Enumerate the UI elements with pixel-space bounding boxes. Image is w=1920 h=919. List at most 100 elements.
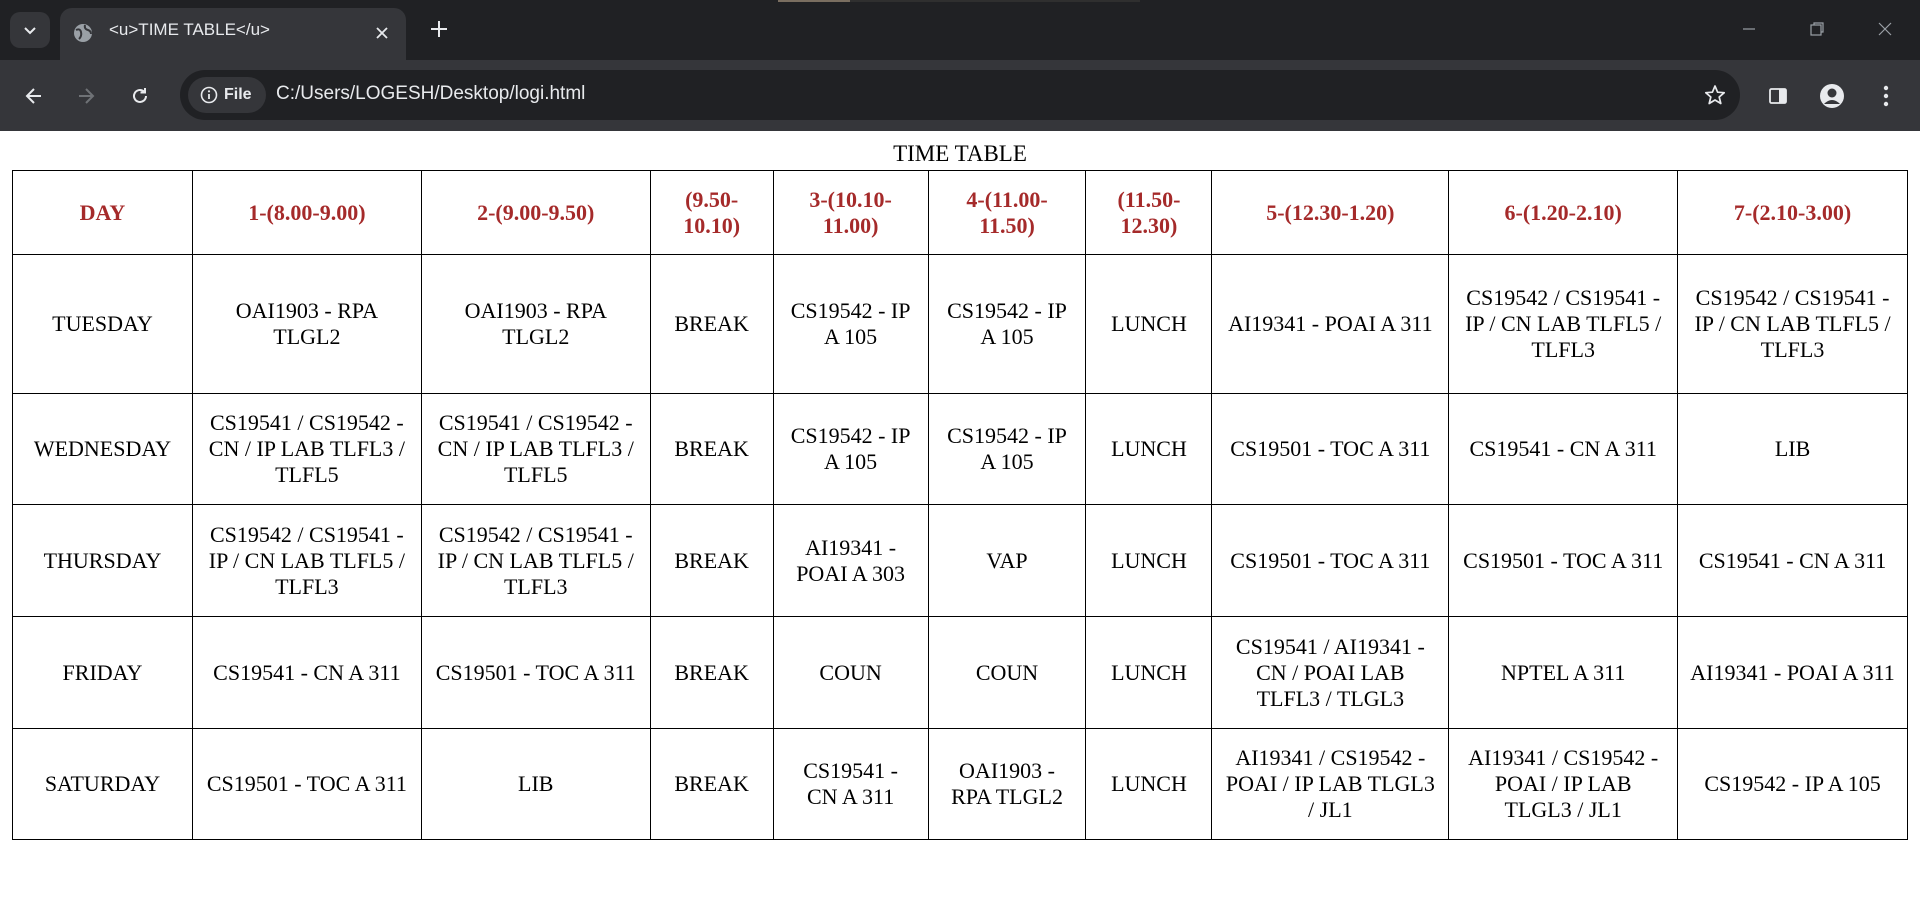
menu-button[interactable]	[1866, 76, 1906, 116]
info-icon	[200, 86, 218, 104]
table-cell: VAP	[927, 504, 1087, 617]
table-cell: CS19542 - IP A 105	[927, 254, 1087, 394]
site-info-chip[interactable]: File	[188, 77, 266, 113]
url-text[interactable]: C:/Users/LOGESH/Desktop/logi.html	[276, 83, 585, 105]
globe-icon	[74, 24, 92, 42]
page-content: TIME TABLE DAY 1-(8.00-9.00) 2-(9.00-9.5…	[0, 131, 1920, 919]
table-cell: COUN	[927, 616, 1087, 729]
table-cell: LIB	[420, 728, 651, 840]
restore-button[interactable]	[1794, 10, 1840, 48]
bookmark-button[interactable]	[1700, 80, 1730, 110]
table-cell: CS19542 / CS19541 - IP / CN LAB TLFL5 / …	[1448, 254, 1679, 394]
minimize-icon	[1743, 28, 1755, 30]
header-period-3: 3-(10.10-11.00)	[772, 170, 929, 255]
back-button[interactable]	[14, 76, 54, 116]
toolbar: File C:/Users/LOGESH/Desktop/logi.html	[0, 60, 1920, 131]
side-panel-icon	[1769, 88, 1787, 104]
table-cell: CS19542 / CS19541 - IP / CN LAB TLFL5 / …	[191, 504, 422, 617]
table-row: FRIDAY CS19541 - CN A 311 CS19501 - TOC …	[12, 616, 1908, 729]
close-icon	[376, 27, 388, 39]
table-cell: LUNCH	[1085, 616, 1213, 729]
kebab-menu-icon	[1883, 85, 1889, 107]
forward-button[interactable]	[66, 76, 106, 116]
close-window-button[interactable]	[1862, 10, 1908, 48]
day-cell: THURSDAY	[12, 504, 193, 617]
table-cell: OAI1903 - RPA TLGL2	[420, 254, 651, 394]
new-tab-button[interactable]	[424, 14, 454, 44]
table-caption: TIME TABLE	[893, 141, 1027, 166]
table-cell: CS19501 - TOC A 311	[1448, 504, 1679, 617]
table-cell: LUNCH	[1085, 254, 1213, 394]
table-cell: BREAK	[649, 616, 774, 729]
table-cell: CS19541 / CS19542 - CN / IP LAB TLFL3 / …	[191, 393, 422, 505]
table-cell: CS19501 - TOC A 311	[191, 728, 422, 840]
header-lunch: (11.50-12.30)	[1085, 170, 1213, 255]
day-cell: FRIDAY	[12, 616, 193, 729]
arrow-left-icon	[25, 88, 41, 104]
table-cell: OAI1903 - RPA TLGL2	[927, 728, 1087, 840]
table-row: WEDNESDAY CS19541 / CS19542 - CN / IP LA…	[12, 393, 1908, 505]
table-cell: CS19542 - IP A 105	[772, 254, 929, 394]
table-cell: AI19341 / CS19542 - POAI / IP LAB TLGL3 …	[1211, 728, 1450, 840]
header-period-7: 7-(2.10-3.00)	[1677, 170, 1908, 255]
table-cell: CS19541 / AI19341 - CN / POAI LAB TLFL3 …	[1211, 616, 1450, 729]
tab-strip-highlight	[778, 0, 850, 2]
reload-icon	[133, 88, 147, 103]
arrow-right-icon	[79, 88, 95, 104]
table-cell: BREAK	[649, 504, 774, 617]
day-cell: SATURDAY	[12, 728, 193, 840]
header-row: DAY 1-(8.00-9.00) 2-(9.00-9.50) (9.50-10…	[12, 170, 1908, 255]
close-icon	[1878, 22, 1892, 36]
profile-button[interactable]	[1812, 76, 1852, 116]
table-cell: CS19501 - TOC A 311	[420, 616, 651, 729]
site-info-label: File	[224, 86, 252, 103]
reload-button[interactable]	[120, 76, 160, 116]
table-cell: AI19341 - POAI A 311	[1211, 254, 1450, 394]
tab-search-button[interactable]	[10, 12, 50, 48]
avatar-icon	[1820, 84, 1844, 108]
table-cell: LUNCH	[1085, 393, 1213, 505]
table-cell: CS19542 - IP A 105	[772, 393, 929, 505]
tab-close-button[interactable]	[369, 20, 395, 46]
table-row: SATURDAY CS19501 - TOC A 311 LIB BREAK C…	[12, 728, 1908, 840]
table-cell: CS19541 / CS19542 - CN / IP LAB TLFL3 / …	[420, 393, 651, 505]
table-cell: CS19541 - CN A 311	[772, 728, 929, 840]
header-period-4: 4-(11.00-11.50)	[927, 170, 1087, 255]
table-cell: CS19541 - CN A 311	[1448, 393, 1679, 505]
side-panel-button[interactable]	[1758, 76, 1798, 116]
table-cell: LUNCH	[1085, 504, 1213, 617]
table-cell: AI19341 - POAI A 311	[1677, 616, 1908, 729]
header-day: DAY	[12, 170, 193, 255]
table-row: THURSDAY CS19542 / CS19541 - IP / CN LAB…	[12, 504, 1908, 617]
address-bar[interactable]: File C:/Users/LOGESH/Desktop/logi.html	[180, 70, 1740, 120]
browser-chrome: <u>TIME TABLE</u> File C:/Users/LOGESH/D…	[0, 0, 1920, 131]
header-period-1: 1-(8.00-9.00)	[191, 170, 422, 255]
table-cell: AI19341 - POAI A 303	[772, 504, 929, 617]
active-tab[interactable]: <u>TIME TABLE</u>	[60, 8, 406, 60]
tab-strip: <u>TIME TABLE</u>	[0, 0, 1920, 60]
header-break: (9.50-10.10)	[649, 170, 774, 255]
table-cell: CS19542 / CS19541 - IP / CN LAB TLFL5 / …	[420, 504, 651, 617]
table-cell: OAI1903 - RPA TLGL2	[191, 254, 422, 394]
table-cell: LUNCH	[1085, 728, 1213, 840]
table-cell: CS19542 - IP A 105	[1677, 728, 1908, 840]
table-cell: LIB	[1677, 393, 1908, 505]
day-cell: TUESDAY	[12, 254, 193, 394]
minimize-button[interactable]	[1726, 10, 1772, 48]
timetable: DAY 1-(8.00-9.00) 2-(9.00-9.50) (9.50-10…	[12, 170, 1908, 840]
table-row: TUESDAY OAI1903 - RPA TLGL2 OAI1903 - RP…	[12, 254, 1908, 394]
table-cell: BREAK	[649, 393, 774, 505]
table-cell: COUN	[772, 616, 929, 729]
day-cell: WEDNESDAY	[12, 393, 193, 505]
header-period-6: 6-(1.20-2.10)	[1448, 170, 1679, 255]
table-cell: BREAK	[649, 728, 774, 840]
table-cell: CS19501 - TOC A 311	[1211, 504, 1450, 617]
table-cell: AI19341 / CS19542 - POAI / IP LAB TLGL3 …	[1448, 728, 1679, 840]
header-period-2: 2-(9.00-9.50)	[420, 170, 651, 255]
tab-strip-shadow	[850, 0, 1140, 2]
table-cell: CS19541 - CN A 311	[191, 616, 422, 729]
table-cell: CS19541 - CN A 311	[1677, 504, 1908, 617]
star-icon	[1704, 85, 1726, 105]
plus-icon	[431, 21, 447, 37]
table-cell: BREAK	[649, 254, 774, 394]
